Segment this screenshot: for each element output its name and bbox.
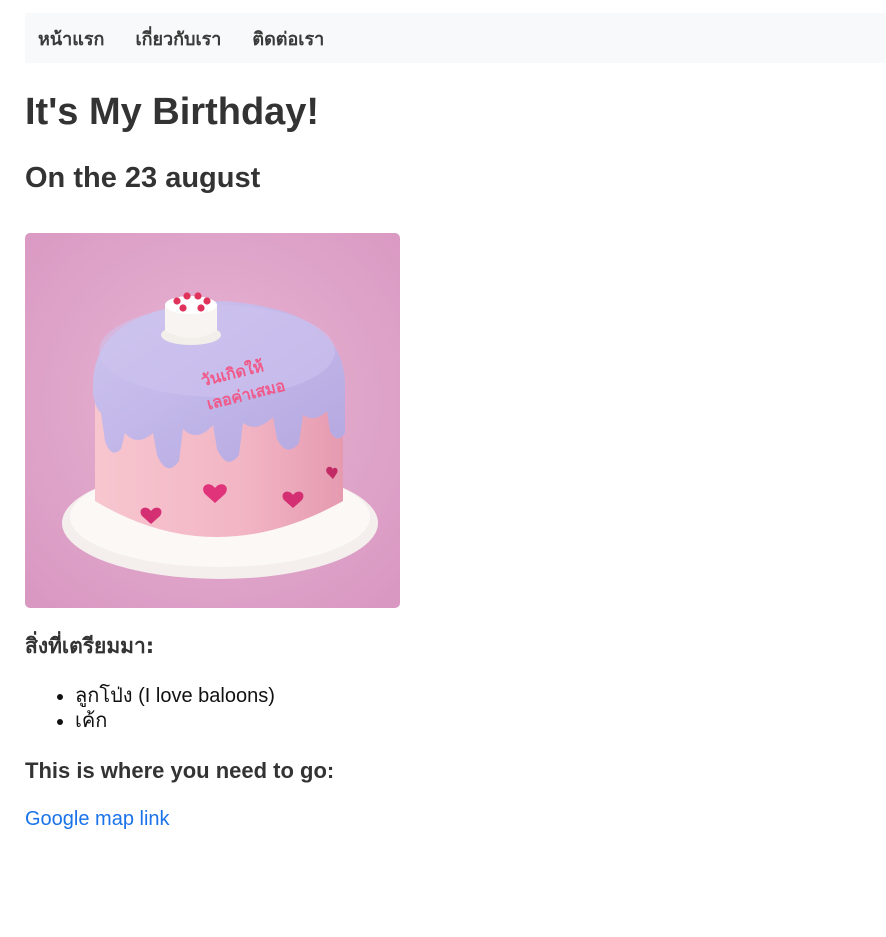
birthday-cake-image: วันเกิดให้ เลอค่าเสมอ [25, 233, 400, 608]
page-title: It's My Birthday! [25, 91, 320, 133]
location-heading: This is where you need to go: [25, 758, 335, 783]
birthday-cake-illustration: วันเกิดให้ เลอค่าเสมอ [25, 233, 400, 608]
page: หน้าแรก เกี่ยวกับเรา ติดต่อเรา It's My B… [0, 0, 886, 937]
nav-item-about[interactable]: เกี่ยวกับเรา [135, 24, 221, 53]
navbar: หน้าแรก เกี่ยวกับเรา ติดต่อเรา [25, 13, 886, 63]
prepared-items-list: ลูกโป่ง (I love baloons) เค้ก [25, 684, 275, 734]
page-subtitle: On the 23 august [25, 162, 261, 194]
google-map-link[interactable]: Google map link [25, 806, 170, 832]
nav-item-contact[interactable]: ติดต่อเรา [252, 24, 324, 53]
list-item: เค้ก [75, 709, 275, 734]
prepared-items-heading: สิ่งที่เตรียมมา: [25, 634, 155, 658]
list-item: ลูกโป่ง (I love baloons) [75, 684, 275, 709]
nav-item-home[interactable]: หน้าแรก [38, 24, 104, 53]
